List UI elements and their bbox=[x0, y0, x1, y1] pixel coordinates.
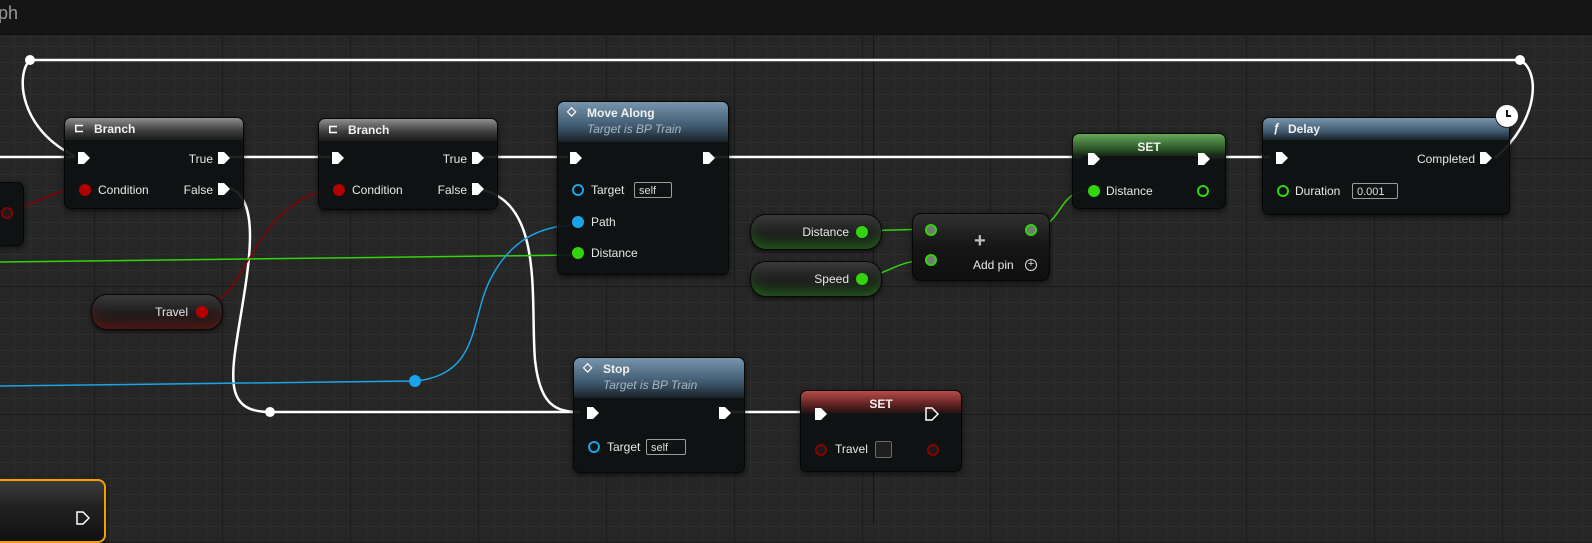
target-pin[interactable] bbox=[572, 184, 584, 196]
target-label: Target bbox=[591, 183, 625, 197]
travel-output-pin[interactable] bbox=[196, 306, 208, 318]
move-along-node[interactable]: ◇ Move Along Target is BP Train Target s… bbox=[557, 101, 729, 275]
travel-checkbox[interactable] bbox=[875, 441, 892, 458]
target-label: Target bbox=[607, 440, 641, 454]
completed-label: Completed bbox=[1416, 152, 1475, 166]
true-label: True bbox=[442, 152, 467, 166]
speed-getter-node[interactable]: Speed bbox=[750, 261, 882, 297]
distance-label: Distance bbox=[591, 246, 638, 260]
speed-getter-label: Speed bbox=[814, 272, 849, 286]
distance-input-label: Distance bbox=[1106, 184, 1153, 198]
branch-icon: ⊏ bbox=[328, 122, 339, 136]
exec-in-pin[interactable] bbox=[814, 407, 828, 421]
stop-node[interactable]: ◇ Stop Target is BP Train Target self bbox=[573, 357, 745, 473]
branch-node-title: Branch bbox=[94, 122, 136, 136]
distance-input-pin[interactable] bbox=[1088, 185, 1100, 197]
add-operator-symbol: + bbox=[974, 230, 986, 252]
distance-output-pin[interactable] bbox=[1197, 185, 1209, 197]
exec-true-pin[interactable] bbox=[471, 151, 485, 165]
target-self-field[interactable]: self bbox=[646, 439, 686, 455]
exec-reroute-left bbox=[25, 55, 35, 65]
duration-label: Duration bbox=[1295, 184, 1341, 198]
condition-pin[interactable] bbox=[79, 184, 91, 196]
travel-output-pin[interactable] bbox=[927, 444, 939, 456]
add-pin-label[interactable]: Add pin bbox=[973, 258, 1014, 272]
exec-out-pin[interactable] bbox=[76, 511, 90, 525]
exec-true-pin[interactable] bbox=[217, 151, 231, 165]
target-pin[interactable] bbox=[588, 441, 600, 453]
condition-label: Condition bbox=[98, 183, 149, 197]
add-input-a-pin[interactable] bbox=[925, 224, 937, 236]
exec-out-pin[interactable] bbox=[925, 407, 939, 421]
distance-pin[interactable] bbox=[572, 247, 584, 259]
exec-in-pin[interactable] bbox=[1087, 152, 1101, 166]
exec-completed-pin[interactable] bbox=[1479, 151, 1493, 165]
path-pin[interactable] bbox=[572, 216, 584, 228]
exec-false-pin[interactable] bbox=[471, 182, 485, 196]
distance-output-pin[interactable] bbox=[856, 226, 868, 238]
delay-title: Delay bbox=[1288, 122, 1321, 136]
path-label: Path bbox=[591, 215, 616, 229]
branch-node-title: Branch bbox=[348, 123, 390, 137]
exec-in-pin[interactable] bbox=[331, 151, 345, 165]
function-icon: ƒ bbox=[1273, 121, 1280, 135]
false-label: False bbox=[437, 183, 467, 197]
selected-node-bottom-left[interactable] bbox=[0, 479, 106, 543]
travel-input-label: Travel bbox=[835, 442, 868, 456]
condition-label: Condition bbox=[352, 183, 403, 197]
set-travel-node[interactable]: SET Travel bbox=[800, 390, 962, 472]
stop-title: Stop bbox=[603, 362, 630, 376]
add-pin-icon[interactable]: + bbox=[1025, 259, 1037, 271]
exec-reroute-right bbox=[1515, 55, 1525, 65]
distance-getter-label: Distance bbox=[802, 225, 849, 239]
exec-in-pin[interactable] bbox=[586, 406, 600, 420]
speed-output-pin[interactable] bbox=[856, 273, 868, 285]
travel-getter-label: Travel bbox=[155, 305, 188, 319]
false-label: False bbox=[183, 183, 213, 197]
function-call-icon: ◇ bbox=[567, 104, 577, 118]
float-wire-distance-movealong bbox=[0, 254, 576, 263]
exec-false-pin[interactable] bbox=[217, 182, 231, 196]
duration-field[interactable]: 0.001 bbox=[1352, 183, 1398, 199]
branch-node-2[interactable]: ⊏ Branch True Condition False bbox=[318, 118, 498, 210]
object-reroute bbox=[409, 375, 421, 387]
exec-in-pin[interactable] bbox=[569, 151, 583, 165]
branch-icon: ⊏ bbox=[74, 121, 85, 135]
travel-input-pin[interactable] bbox=[815, 444, 827, 456]
exec-out-pin[interactable] bbox=[702, 151, 716, 165]
exec-in-pin[interactable] bbox=[77, 151, 91, 165]
add-output-pin[interactable] bbox=[1025, 224, 1037, 236]
exec-reroute-bottom bbox=[265, 407, 275, 417]
exec-out-pin[interactable] bbox=[1197, 152, 1211, 166]
stop-subtitle: Target is BP Train bbox=[603, 378, 698, 392]
condition-pin[interactable] bbox=[333, 184, 345, 196]
true-label: True bbox=[188, 152, 213, 166]
duration-pin[interactable] bbox=[1277, 185, 1289, 197]
target-self-field[interactable]: self bbox=[634, 182, 672, 198]
branch-node-1[interactable]: ⊏ Branch True Condition False bbox=[64, 117, 244, 209]
latent-clock-icon bbox=[1495, 104, 1519, 128]
bool-output-pin[interactable] bbox=[1, 207, 13, 219]
exec-out-pin[interactable] bbox=[718, 406, 732, 420]
object-wire-path bbox=[0, 224, 576, 387]
branch-node-header bbox=[319, 119, 497, 141]
function-call-icon: ◇ bbox=[583, 360, 593, 374]
move-along-subtitle: Target is BP Train bbox=[587, 122, 682, 136]
add-input-b-pin[interactable] bbox=[925, 254, 937, 266]
exec-in-pin[interactable] bbox=[1275, 151, 1289, 165]
set-distance-node[interactable]: SET Distance bbox=[1072, 133, 1226, 209]
move-along-title: Move Along bbox=[587, 106, 655, 120]
distance-getter-node[interactable]: Distance bbox=[750, 214, 882, 250]
offscreen-node-left[interactable] bbox=[0, 182, 24, 246]
delay-node[interactable]: ƒ Delay Completed Duration 0.001 bbox=[1262, 117, 1510, 215]
branch-node-header bbox=[65, 118, 243, 140]
travel-getter-node[interactable]: Travel bbox=[91, 294, 223, 330]
exec-wire-branch1-false bbox=[229, 186, 580, 414]
add-float-node[interactable]: + Add pin + bbox=[912, 213, 1050, 281]
